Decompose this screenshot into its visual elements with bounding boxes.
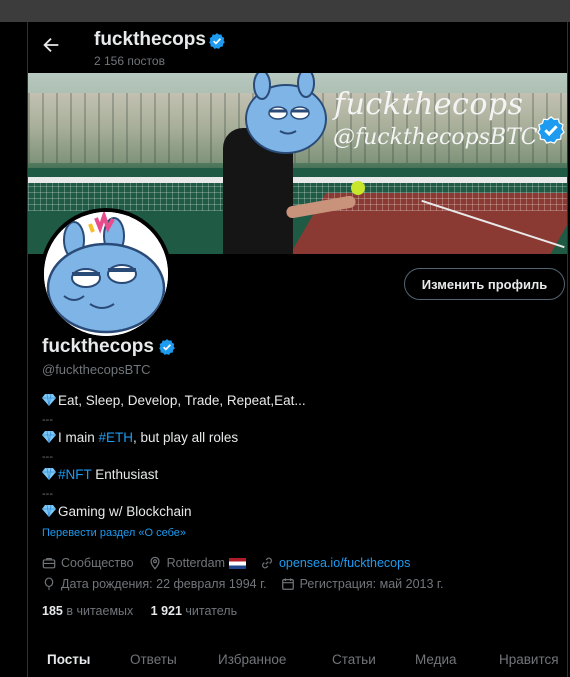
bio-line-3: #NFT Enthusiast [42,466,522,485]
right-divider [567,22,568,677]
profile-joined-date: Регистрация: май 2013 г. [299,577,444,591]
banner-handle: @fuckthecopsBTC [333,125,538,150]
following-count: 185 [42,604,63,618]
follow-stats: 185 в читаемых 1 921 читатель [42,604,237,618]
edit-profile-button[interactable]: Изменить профиль [404,268,565,300]
profile-meta-row-2: Дата рождения: 22 февраля 1994 г. Регист… [42,575,443,593]
bio-text-2-prefix: I main [58,430,99,445]
gem-icon [42,468,56,480]
website-link[interactable]: opensea.io/fuckthecops [279,556,410,570]
gem-icon [42,394,56,406]
followers-count: 1 921 [150,604,182,618]
tab-likes[interactable]: Нравится [499,652,559,667]
translate-bio-link[interactable]: Перевести раздел «О себе» [42,527,186,539]
hashtag-nft-link[interactable]: #NFT [58,467,92,482]
tab-highlights[interactable]: Избранное [218,652,286,667]
tab-replies[interactable]: Ответы [130,652,177,667]
profile-category: Сообщество [61,556,134,570]
bio-text-2-suffix: , but play all roles [133,430,239,445]
netherlands-flag-icon [228,557,246,569]
banner-verified-badge-icon [537,116,565,144]
tab-posts[interactable]: Посты [47,652,90,667]
profile-verified-badge-icon[interactable] [158,338,176,356]
bio-line-1: Eat, Sleep, Develop, Trade, Repeat,Eat..… [42,392,522,411]
gem-icon [42,431,56,443]
calendar-icon [281,578,294,590]
tab-articles[interactable]: Статьи [332,652,376,667]
banner-mascot-head [245,73,327,154]
followers-label: читатель [185,604,238,618]
bio-line-2: I main #ETH, but play all roles [42,429,522,448]
verified-badge-icon [209,33,225,49]
bio-text-1: Eat, Sleep, Develop, Trade, Repeat,Eat..… [58,393,306,408]
profile-handle: @fuckthecopsBTC [42,362,151,377]
tennis-ball [351,181,365,195]
bio-separator: --- [42,487,53,500]
window-top-strip [0,0,570,22]
bio-text-3-suffix: Enthusiast [91,467,159,482]
link-icon [262,557,272,569]
balloon-icon [44,577,54,591]
profile-header: fuckthecops 2 156 постов [28,22,567,72]
profile-name: fuckthecops [42,336,154,357]
hashtag-eth-link[interactable]: #ETH [99,430,134,445]
profile-page: fuckthecops 2 156 постов fuckthecops @fu… [0,22,570,677]
avatar-mascot-icon [44,212,168,336]
profile-tabs: Посты Ответы Избранное Статьи Медиа Нрав… [28,642,567,677]
bio-separator: --- [42,413,53,426]
following-link[interactable]: 185 в читаемых [42,604,133,618]
posts-count: 2 156 постов [94,54,165,68]
followers-link[interactable]: 1 921 читатель [151,604,237,618]
bio-text-4: Gaming w/ Blockchain [58,504,192,519]
avatar-image [44,212,168,336]
profile-birthday: Дата рождения: 22 февраля 1994 г. [61,577,267,591]
following-label: в читаемых [66,604,134,618]
bio-line-4: Gaming w/ Blockchain [42,503,522,522]
location-pin-icon [150,556,160,570]
tab-media[interactable]: Медиа [415,652,457,667]
back-arrow-icon[interactable] [40,34,62,56]
gem-icon [42,505,56,517]
header-name: fuckthecops [94,29,206,50]
banner-title: fuckthecops [334,87,524,122]
briefcase-icon [42,558,56,569]
profile-meta-row-1: Сообщество Rotterdam opensea.io/fuckthec… [42,554,410,572]
profile-location: Rotterdam [166,556,225,570]
bio-separator: --- [42,450,53,463]
profile-avatar[interactable] [40,208,172,340]
profile-bio: Eat, Sleep, Develop, Trade, Repeat,Eat..… [42,392,522,522]
